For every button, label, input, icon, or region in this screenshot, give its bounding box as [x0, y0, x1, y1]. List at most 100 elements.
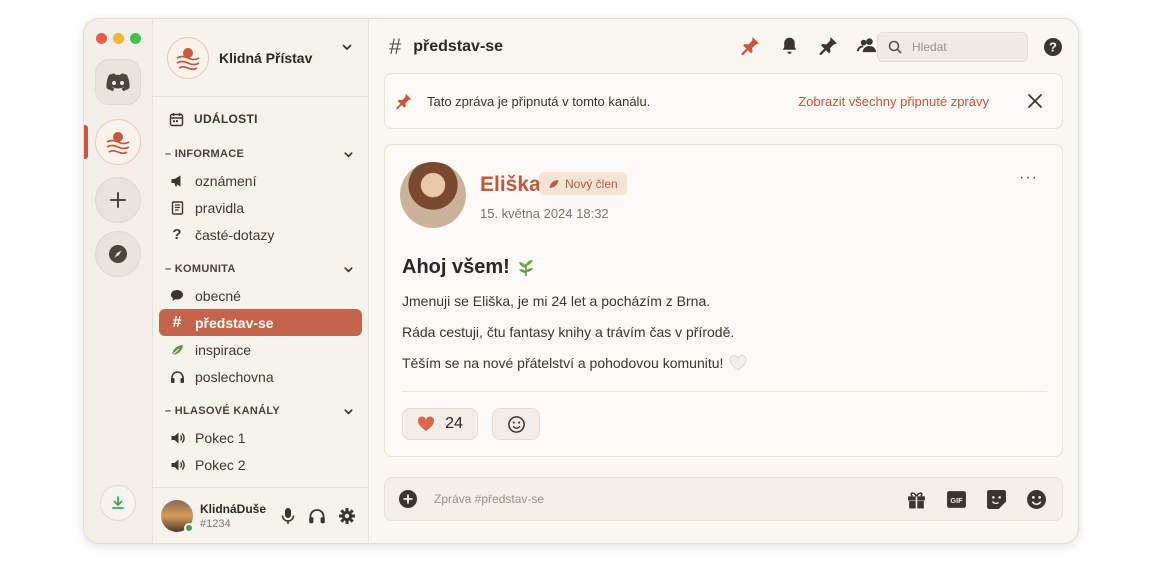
pin-icon[interactable] [818, 35, 839, 56]
explore-button[interactable] [95, 231, 141, 277]
channel-pravidla[interactable]: pravidla [159, 194, 362, 221]
plus-icon [110, 192, 126, 208]
reaction-count: 24 [445, 415, 463, 432]
events-link[interactable]: UDÁLOSTI [159, 105, 362, 133]
message-input-placeholder: Zpráva #představ-se [434, 492, 545, 506]
compass-icon [109, 245, 127, 263]
search-input[interactable]: Hledat [877, 32, 1028, 62]
close-icon[interactable] [1026, 92, 1044, 110]
channel-list: UDÁLOSTI – INFORMACE oznámení pravidla ?… [159, 105, 362, 478]
avatar[interactable] [161, 499, 194, 533]
main-panel: # představ-se Hledat ? Tato zpráva je př… [369, 19, 1078, 543]
category-informace[interactable]: – INFORMACE [159, 141, 362, 167]
online-status-indicator [184, 522, 194, 533]
speaker-icon [171, 432, 185, 443]
message-line-text: Těším se na nové přátelství a pohodovou … [402, 355, 724, 371]
channel-label: inspirace [195, 341, 252, 358]
message-heading: Ahoj všem! [402, 256, 536, 279]
username: KlidnáDuše [200, 501, 267, 516]
channel-predstav-se[interactable]: # představ-se [159, 309, 362, 336]
megaphone-icon [171, 175, 180, 186]
app-window: Klidná Přístav UDÁLOSTI – INFORMACE ozná… [83, 18, 1079, 544]
active-server-indicator [84, 125, 88, 159]
message-composer[interactable]: Zpráva #představ-se GIF [384, 477, 1063, 521]
voice-channel-pokec-2[interactable]: Pokec 2 [159, 451, 362, 478]
chat-bubble-icon [171, 290, 183, 301]
question-icon: ? [172, 226, 182, 243]
badge-label: Nový člen [565, 176, 618, 191]
channel-obecne[interactable]: obecné [159, 282, 362, 309]
download-apps-button[interactable] [100, 485, 136, 521]
category-label: – HLASOVÉ KANÁLY [165, 405, 281, 417]
show-pinned-messages-link[interactable]: Zobrazit všechny připnuté zprávy [798, 94, 989, 109]
download-icon [112, 496, 124, 509]
channel-label: oznámení [195, 172, 257, 189]
chevron-down-icon [344, 266, 353, 273]
microphone-icon[interactable] [280, 507, 296, 525]
window-controls [96, 33, 141, 44]
server-name: Klidná Přístav [219, 49, 313, 66]
channel-oznameni[interactable]: oznámení [159, 167, 362, 194]
bell-icon[interactable] [779, 35, 800, 56]
close-window-button[interactable] [96, 33, 107, 44]
members-icon[interactable] [857, 35, 878, 56]
pinned-banner: Tato zpráva je připnutá v tomto kanálu. … [384, 73, 1063, 129]
message-timestamp: 15. května 2024 18:32 [480, 206, 609, 221]
voice-channel-pokec-1[interactable]: Pokec 1 [159, 424, 362, 451]
channel-label: Pokec 2 [195, 456, 246, 473]
leaf-icon [171, 344, 183, 355]
divider [402, 391, 1047, 392]
chevron-down-icon[interactable] [341, 41, 353, 53]
user-panel: KlidnáDuše #1234 [153, 487, 368, 543]
search-icon [888, 40, 902, 54]
hash-icon: # [172, 313, 182, 331]
minimize-window-button[interactable] [113, 33, 124, 44]
category-hlasove-kanaly[interactable]: – HLASOVÉ KANÁLY [159, 398, 362, 424]
status-badge: Nový člen [539, 172, 627, 195]
channel-label: obecné [195, 287, 241, 304]
channel-title: představ-se [413, 38, 504, 55]
hash-icon: # [389, 34, 402, 59]
home-button[interactable] [95, 59, 141, 105]
category-komunita[interactable]: – KOMUNITA [159, 256, 362, 282]
headphones-icon[interactable] [308, 507, 326, 525]
add-reaction-button[interactable] [492, 408, 540, 440]
maximize-window-button[interactable] [130, 33, 141, 44]
more-options-button[interactable]: ··· [1019, 169, 1038, 187]
heart-icon [418, 416, 435, 431]
chevron-down-icon [344, 408, 353, 415]
channel-poslechovna[interactable]: poslechovna [159, 363, 362, 390]
server-avatar [167, 36, 209, 79]
sticker-icon[interactable] [986, 489, 1007, 510]
message-card: Eliška Nový člen 15. května 2024 18:32 ·… [384, 144, 1063, 457]
search-placeholder: Hledat [912, 40, 947, 54]
pinned-messages-icon[interactable] [740, 35, 761, 56]
message-author[interactable]: Eliška [480, 173, 541, 197]
server-logo-icon [106, 132, 130, 155]
smiley-icon [507, 415, 525, 433]
add-attachment-icon[interactable] [398, 489, 418, 509]
gift-icon[interactable] [906, 489, 927, 510]
channel-label: představ-se [195, 314, 274, 331]
pin-icon [396, 93, 412, 110]
events-label: UDÁLOSTI [194, 112, 258, 126]
headphones-icon [170, 370, 184, 383]
message-author-avatar[interactable] [400, 162, 466, 228]
emoji-icon[interactable] [1026, 489, 1047, 510]
book-icon [171, 200, 183, 215]
gear-icon[interactable] [338, 507, 356, 525]
channel-caste-dotazy[interactable]: ? časté-dotazy [159, 221, 362, 248]
server-header[interactable]: Klidná Přístav [153, 19, 368, 97]
category-label: – KOMUNITA [165, 263, 236, 275]
channel-sidebar: Klidná Přístav UDÁLOSTI – INFORMACE ozná… [153, 19, 369, 543]
pinned-banner-text: Tato zpráva je připnutá v tomto kanálu. [427, 93, 651, 109]
channel-inspirace[interactable]: inspirace [159, 336, 362, 363]
gif-icon[interactable]: GIF [946, 489, 967, 510]
channel-label: pravidla [195, 199, 245, 216]
category-label: – INFORMACE [165, 148, 245, 160]
add-server-button[interactable] [95, 177, 141, 223]
reaction-heart[interactable]: 24 [402, 408, 478, 440]
channel-label: časté-dotazy [195, 226, 275, 243]
help-icon[interactable]: ? [1043, 37, 1063, 57]
server-button-klidna-pristav[interactable] [95, 119, 141, 165]
